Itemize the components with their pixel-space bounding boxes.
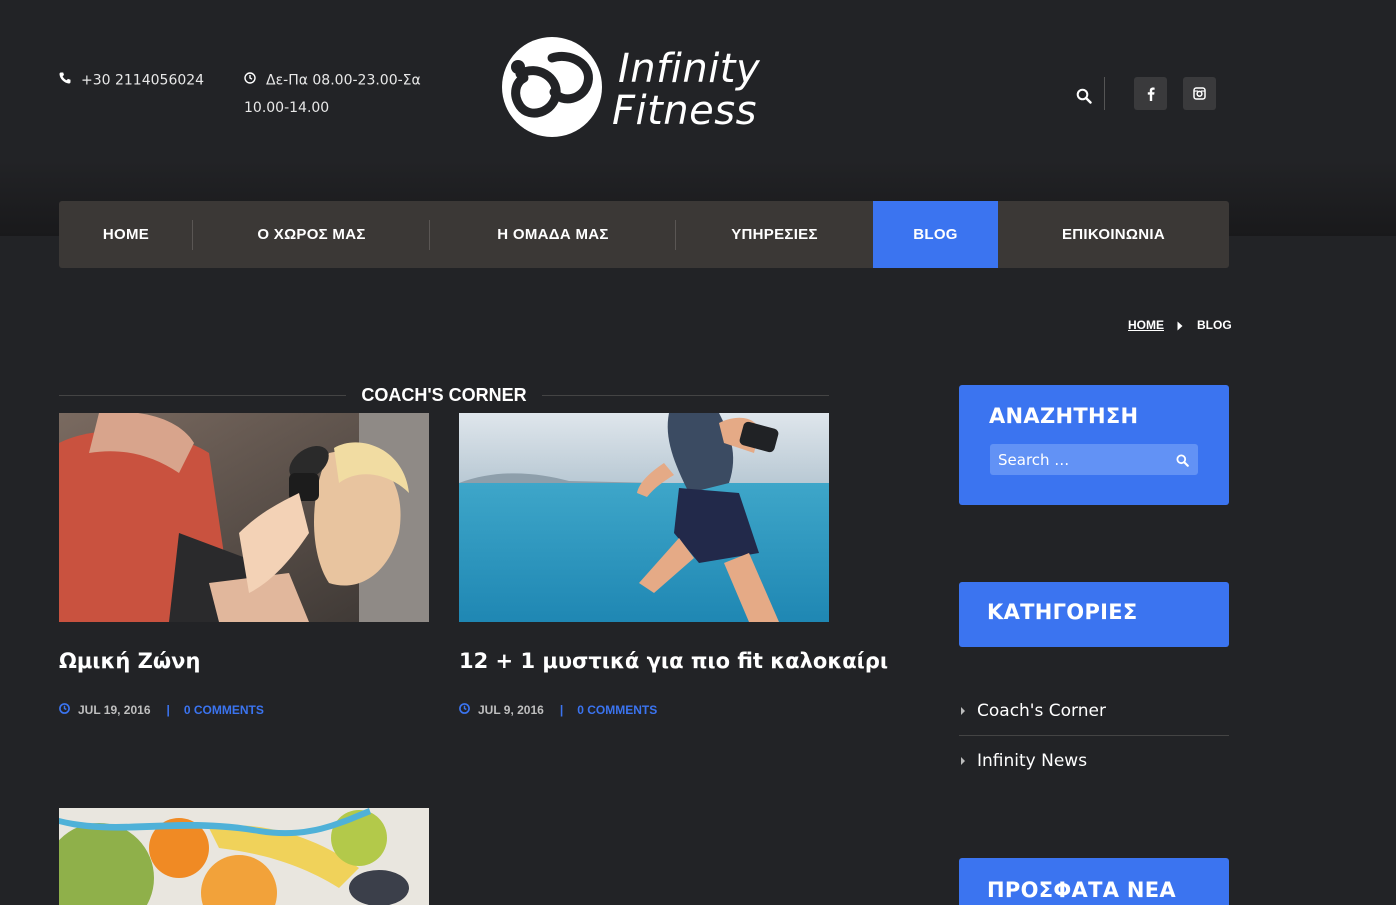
categories-widget-title: ΚΑΤΗΓΟΡΙΕΣ [987, 600, 1138, 624]
category-label: Coach's Corner [977, 701, 1106, 721]
post-image-3[interactable] [59, 808, 429, 905]
breadcrumb-current: BLOG [1197, 318, 1232, 332]
meta-divider: | [166, 703, 170, 717]
post-image-1[interactable] [59, 413, 429, 622]
heading-line-right [541, 394, 830, 396]
search-icon [1076, 88, 1092, 104]
search-icon [1176, 454, 1189, 467]
category-label: Infinity News [977, 750, 1088, 771]
site-logo[interactable]: Infinity Fitness [500, 34, 800, 144]
nav-item-contact[interactable]: ΕΠΙΚΟΙΝΩΝΙΑ [998, 201, 1229, 268]
phone-icon [59, 67, 81, 94]
search-widget-title: ΑΝΑΖΗΤΗΣΗ [989, 404, 1139, 428]
post-image-2[interactable] [459, 413, 829, 622]
instagram-button[interactable] [1183, 77, 1216, 110]
facebook-button[interactable] [1134, 77, 1167, 110]
heading-line-left [59, 394, 347, 396]
post-meta-1: JUL 19, 2016 | 0 COMMENTS [59, 703, 264, 717]
categories-widget: ΚΑΤΗΓΟΡΙΕΣ [959, 582, 1229, 647]
recent-posts-widget: ΠΡΟΣΦΑΤΑ ΝΕΑ [959, 858, 1229, 905]
section-heading: COACH'S CORNER [59, 383, 830, 407]
logo-symbol-icon [502, 37, 602, 137]
recent-posts-title: ΠΡΟΣΦΑΤΑ ΝΕΑ [987, 878, 1176, 902]
breadcrumb-home-link[interactable]: HOME [1128, 318, 1164, 332]
nav-item-space[interactable]: Ο ΧΩΡΟΣ ΜΑΣ [193, 201, 430, 268]
search-submit-button[interactable] [1176, 452, 1190, 467]
section-title-text: COACH'S CORNER [361, 384, 527, 405]
comments-link[interactable]: 0 COMMENTS [577, 703, 657, 717]
post-date: JUL 19, 2016 [78, 703, 151, 717]
clock-icon [244, 67, 266, 94]
caret-right-icon [961, 707, 965, 715]
phone-text: +30 2114056024 [81, 72, 205, 89]
search-widget: ΑΝΑΖΗΤΗΣΗ [959, 385, 1229, 505]
header-phone[interactable]: +30 2114056024 [59, 67, 204, 95]
nav-item-home[interactable]: HOME [59, 201, 193, 268]
clock-icon [59, 703, 70, 717]
post-title-1[interactable]: Ωμική Ζώνη [59, 649, 200, 673]
comments-link[interactable]: 0 COMMENTS [184, 703, 264, 717]
logo-line1: Infinity [618, 46, 761, 92]
post-date: JUL 9, 2016 [478, 703, 544, 717]
main-nav: HOME Ο ΧΩΡΟΣ ΜΑΣ Η ΟΜΑΔΑ ΜΑΣ ΥΠΗΡΕΣΙΕΣ B… [59, 201, 1229, 268]
post-title-2[interactable]: 12 + 1 μυστικά για πιο fit καλοκαίρι [459, 649, 888, 673]
header-search-button[interactable] [1074, 86, 1094, 106]
caret-right-icon [961, 756, 965, 765]
header-hours: Δε-Πα 08.00-23.00-Σα 10.00-14.00 [244, 67, 444, 122]
facebook-icon [1147, 87, 1155, 101]
nav-item-team[interactable]: Η ΟΜΑΔΑ ΜΑΣ [430, 201, 676, 268]
caret-right-icon [1177, 320, 1183, 334]
search-form [990, 444, 1198, 475]
logo-text: Infinity Fitness [612, 46, 761, 132]
category-item[interactable]: Infinity News [959, 736, 1229, 785]
search-input[interactable] [990, 444, 1170, 475]
post-meta-2: JUL 9, 2016 | 0 COMMENTS [459, 703, 657, 717]
header-divider [1104, 77, 1105, 110]
hours-text: Δε-Πα 08.00-23.00-Σα 10.00-14.00 [244, 72, 421, 116]
nav-item-blog[interactable]: BLOG [873, 201, 998, 268]
category-item[interactable]: Coach's Corner [959, 687, 1229, 736]
clock-icon [459, 703, 470, 717]
instagram-icon [1193, 87, 1206, 100]
meta-divider: | [559, 703, 564, 717]
nav-item-services[interactable]: ΥΠΗΡΕΣΙΕΣ [676, 201, 873, 268]
logo-line2: Fitness [612, 88, 757, 134]
